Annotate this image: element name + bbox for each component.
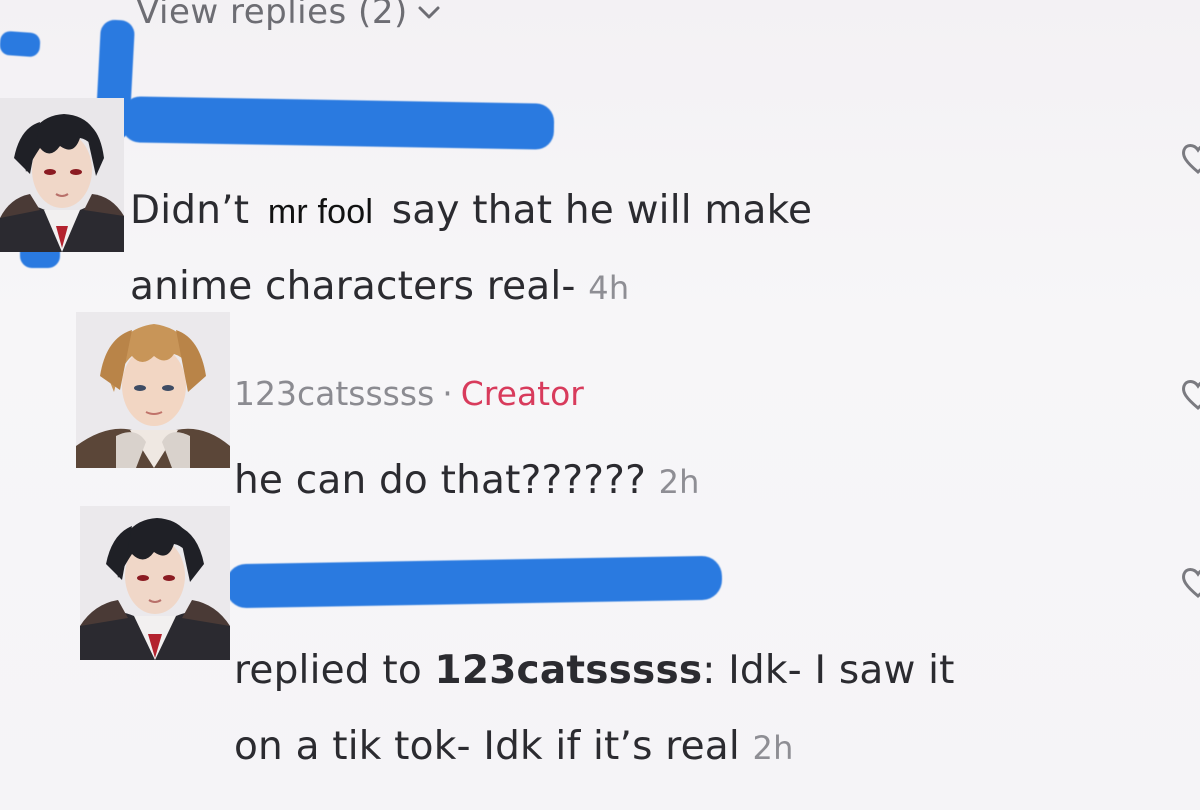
comment-text: say that he will make	[391, 188, 813, 233]
avatar[interactable]	[0, 98, 124, 252]
comment-text-line: on a tik tok- Idk if it’s real 2h	[234, 724, 794, 769]
avatar-blond-hair-image	[76, 312, 230, 468]
reply-prefix-text: replied to	[234, 648, 422, 693]
inserted-name-text: mr fool	[267, 193, 374, 231]
comment-thread-screen: View replies (2) Didn’t mr fool say that…	[0, 0, 1200, 810]
comment-text: Didn’t	[130, 188, 250, 233]
creator-badge: Creator	[460, 374, 584, 413]
avatar-dark-hair-image	[0, 98, 124, 252]
avatar[interactable]	[76, 312, 230, 468]
heart-outline-icon[interactable]	[1178, 562, 1200, 602]
redaction-scribble	[225, 555, 723, 609]
view-replies-button[interactable]: View replies (2)	[136, 0, 444, 32]
username-link[interactable]: 123catsssss	[234, 374, 434, 413]
redaction-scribble	[0, 30, 41, 58]
comment-timestamp: 4h	[588, 269, 630, 307]
comment-username-row: 123catsssss · Creator	[234, 374, 584, 413]
heart-outline-icon[interactable]	[1178, 374, 1200, 414]
avatar[interactable]	[80, 506, 230, 660]
comment-text: : Idk- I saw it	[702, 648, 955, 693]
reply-to-username[interactable]: 123catsssss	[435, 648, 703, 693]
comment-text-line: replied to 123catsssss: Idk- I saw it	[234, 648, 955, 693]
comment-text-line: he can do that?????? 2h	[234, 458, 700, 503]
comment-text: he can do that??????	[234, 458, 646, 503]
comment-text-line: Didn’t mr fool say that he will make	[130, 188, 812, 233]
comment-text: on a tik tok- Idk if it’s real	[234, 724, 740, 769]
heart-outline-icon[interactable]	[1178, 138, 1200, 178]
separator-dot: ·	[442, 374, 453, 413]
chevron-down-icon	[418, 6, 440, 19]
view-replies-label: View replies (2)	[136, 0, 408, 32]
avatar-dark-hair-image	[80, 506, 230, 660]
redaction-scribble	[121, 96, 555, 150]
comment-text-line: anime characters real- 4h	[130, 264, 629, 309]
comment-timestamp: 2h	[752, 729, 794, 767]
comment-text: anime characters real-	[130, 264, 576, 309]
comment-timestamp: 2h	[658, 463, 700, 501]
